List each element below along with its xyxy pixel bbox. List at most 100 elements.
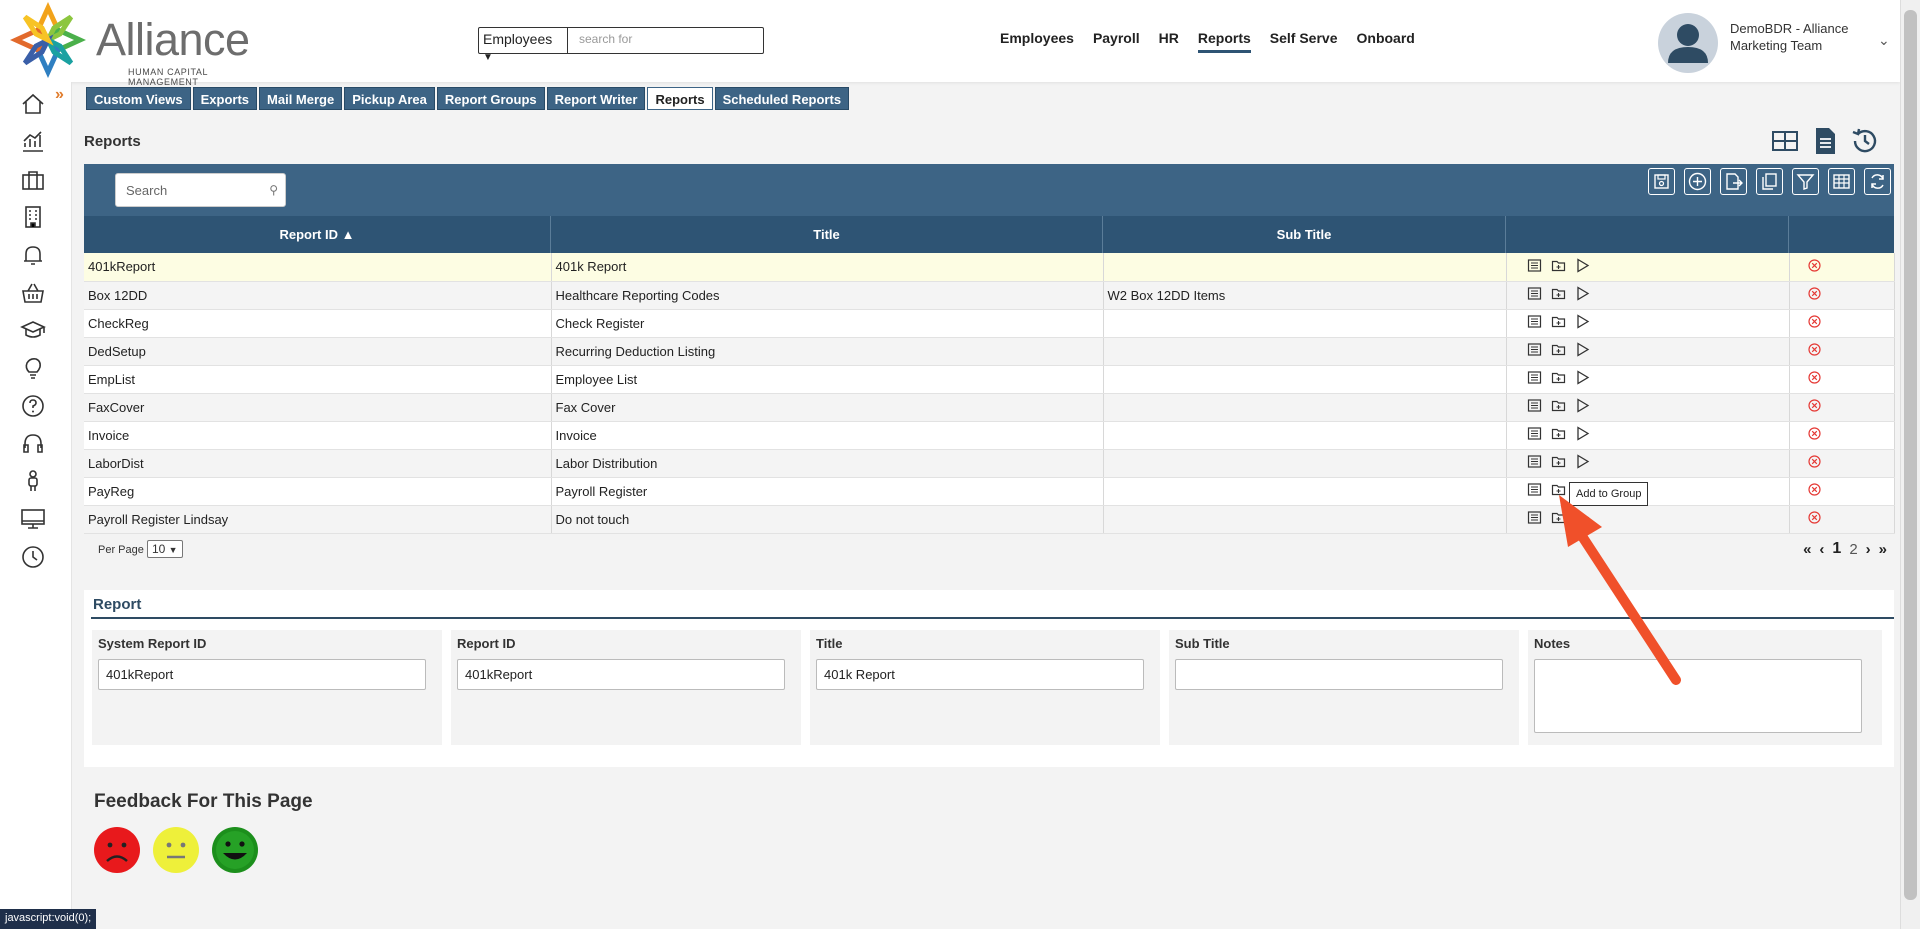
sad-face-icon[interactable] (93, 826, 141, 874)
export-button[interactable] (1720, 168, 1747, 195)
table-row[interactable]: CheckReg Check Register (84, 309, 1895, 338)
cell-subtitle[interactable] (1103, 365, 1507, 394)
bell-icon[interactable] (20, 242, 46, 268)
delete-icon[interactable] (1807, 343, 1821, 359)
happy-face-icon[interactable] (211, 826, 259, 874)
page-2-link[interactable]: 2 (1849, 541, 1857, 558)
run-report-icon[interactable] (1575, 454, 1590, 472)
lightbulb-icon[interactable] (20, 355, 46, 381)
grid-search-input[interactable]: Search ⚲ (115, 173, 286, 207)
run-report-icon[interactable] (1575, 286, 1590, 304)
delete-icon[interactable] (1807, 315, 1821, 331)
view-details-icon[interactable] (1527, 370, 1542, 388)
cell-subtitle[interactable] (1103, 253, 1507, 282)
add-to-group-icon[interactable] (1551, 286, 1566, 304)
cell-title[interactable]: Fax Cover (551, 393, 1104, 422)
document-view-icon[interactable] (1810, 126, 1840, 156)
headset-icon[interactable] (20, 431, 46, 457)
cell-report-id[interactable]: FaxCover (84, 393, 552, 422)
add-to-group-icon[interactable] (1551, 510, 1566, 528)
alliance-logo[interactable]: Alliance HUMAN CAPITAL MANAGEMENT (9, 1, 260, 87)
system-report-id-input[interactable]: 401kReport (98, 659, 426, 690)
add-button[interactable] (1684, 168, 1711, 195)
cell-report-id[interactable]: 401kReport (84, 253, 552, 282)
filter-button[interactable] (1792, 168, 1819, 195)
tab-reports[interactable]: Reports (647, 87, 713, 110)
delete-icon[interactable] (1807, 455, 1821, 471)
graduation-cap-icon[interactable] (20, 317, 46, 343)
cell-title[interactable]: Invoice (551, 421, 1104, 450)
cell-report-id[interactable]: EmpList (84, 365, 552, 394)
delete-icon[interactable] (1807, 483, 1821, 499)
table-row[interactable]: DedSetup Recurring Deduction Listing (84, 337, 1895, 366)
add-to-group-icon[interactable] (1551, 398, 1566, 416)
view-details-icon[interactable] (1527, 510, 1542, 528)
cell-subtitle[interactable] (1103, 449, 1507, 478)
nav-onboard[interactable]: Onboard (1357, 30, 1415, 53)
history-icon[interactable] (1850, 126, 1880, 156)
clock-icon[interactable] (20, 544, 46, 570)
copy-button[interactable] (1756, 168, 1783, 195)
refresh-button[interactable] (1864, 168, 1891, 195)
tab-scheduled-reports[interactable]: Scheduled Reports (714, 87, 850, 110)
cell-report-id[interactable]: PayReg (84, 477, 552, 506)
briefcase-icon[interactable] (20, 167, 46, 193)
run-report-icon[interactable] (1575, 258, 1590, 276)
run-report-icon[interactable] (1575, 426, 1590, 444)
person-icon[interactable] (20, 468, 46, 494)
cell-report-id[interactable]: CheckReg (84, 309, 552, 338)
add-to-group-icon[interactable] (1551, 426, 1566, 444)
prev-page-icon[interactable]: ‹ (1819, 541, 1824, 558)
delete-icon[interactable] (1807, 287, 1821, 303)
add-to-group-icon[interactable] (1551, 482, 1566, 500)
user-menu-chevron-icon[interactable]: ⌄ (1878, 32, 1890, 49)
view-details-icon[interactable] (1527, 286, 1542, 304)
nav-hr[interactable]: HR (1159, 30, 1179, 53)
delete-icon[interactable] (1807, 427, 1821, 443)
table-row[interactable]: EmpList Employee List (84, 365, 1895, 394)
cell-subtitle[interactable] (1103, 421, 1507, 450)
nav-payroll[interactable]: Payroll (1093, 30, 1140, 53)
per-page-select[interactable]: 10 ▼ (146, 540, 183, 558)
cell-subtitle[interactable] (1103, 337, 1507, 366)
neutral-face-icon[interactable] (152, 826, 200, 874)
table-row[interactable]: Payroll Register Lindsay Do not touch (84, 505, 1895, 534)
save-button[interactable] (1648, 168, 1675, 195)
tab-custom-views[interactable]: Custom Views (86, 87, 191, 110)
next-page-icon[interactable]: › (1866, 541, 1871, 558)
subtitle-input[interactable] (1175, 659, 1503, 690)
view-details-icon[interactable] (1527, 426, 1542, 444)
last-page-icon[interactable]: » (1879, 541, 1887, 558)
expand-sidebar-icon[interactable]: » (55, 86, 64, 104)
cell-title[interactable]: Payroll Register (551, 477, 1104, 506)
tab-mail-merge[interactable]: Mail Merge (259, 87, 343, 110)
search-category-select[interactable]: Employees ▼ (478, 27, 568, 63)
cell-subtitle[interactable] (1103, 505, 1507, 534)
cell-title[interactable]: Labor Distribution (551, 449, 1104, 478)
add-to-group-icon[interactable] (1551, 342, 1566, 360)
tab-report-groups[interactable]: Report Groups (436, 87, 545, 110)
tab-report-writer[interactable]: Report Writer (546, 87, 646, 110)
table-row[interactable]: FaxCover Fax Cover (84, 393, 1895, 422)
cell-report-id[interactable]: LaborDist (84, 449, 552, 478)
add-to-group-icon[interactable] (1551, 314, 1566, 332)
add-to-group-icon[interactable] (1551, 370, 1566, 388)
cell-report-id[interactable]: Payroll Register Lindsay (84, 505, 552, 534)
building-icon[interactable] (20, 204, 46, 230)
view-details-icon[interactable] (1527, 342, 1542, 360)
cell-title[interactable]: Check Register (551, 309, 1104, 338)
view-details-icon[interactable] (1527, 314, 1542, 332)
tab-pickup-area[interactable]: Pickup Area (344, 87, 435, 110)
home-icon[interactable] (20, 91, 46, 117)
cell-report-id[interactable]: Box 12DD (84, 281, 552, 310)
run-report-icon[interactable] (1575, 342, 1590, 360)
basket-icon[interactable] (20, 280, 46, 306)
table-row[interactable]: Invoice Invoice (84, 421, 1895, 450)
report-id-input[interactable]: 401kReport (457, 659, 785, 690)
scrollbar-thumb[interactable] (1904, 10, 1917, 900)
cell-report-id[interactable]: DedSetup (84, 337, 552, 366)
notes-textarea[interactable] (1534, 659, 1862, 733)
col-subtitle-header[interactable]: Sub Title (1103, 216, 1506, 253)
view-details-icon[interactable] (1527, 482, 1542, 500)
cell-title[interactable]: Recurring Deduction Listing (551, 337, 1104, 366)
